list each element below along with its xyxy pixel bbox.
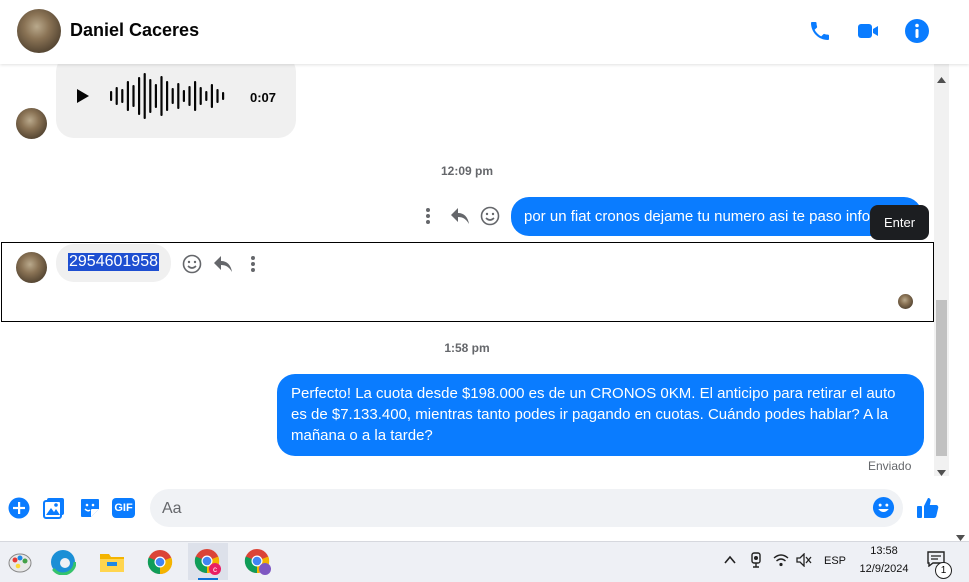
voice-message-bubble[interactable]: 0:07 [56, 64, 296, 138]
enter-tooltip: Enter [870, 205, 929, 240]
sticker-icon[interactable] [79, 497, 101, 524]
reply-icon[interactable] [448, 204, 472, 228]
message-input-placeholder: Aa [162, 500, 182, 517]
emoji-icon[interactable] [872, 496, 895, 524]
edge-browser-icon[interactable] [43, 543, 83, 580]
chrome-profile-c-icon[interactable]: c [188, 543, 228, 580]
add-plus-icon[interactable] [8, 497, 30, 524]
outgoing-message[interactable]: por un fiat cronos dejame tu numero asi … [511, 197, 922, 236]
contact-avatar[interactable] [17, 9, 61, 53]
waveform-icon [108, 71, 228, 126]
gallery-icon[interactable] [43, 497, 65, 524]
incoming-message-bubble[interactable]: 2954601958 [56, 244, 171, 282]
outgoing-message[interactable]: Perfecto! La cuota desde $198.000 es de … [277, 374, 924, 456]
taskbar-clock-time[interactable]: 13:58 [854, 545, 914, 557]
taskbar-clock-date[interactable]: 12/9/2024 [854, 563, 914, 575]
chat-header: Daniel Caceres [0, 0, 969, 64]
gif-button[interactable]: GIF [112, 498, 135, 518]
read-receipt-avatar [898, 294, 913, 309]
info-icon[interactable] [903, 17, 931, 45]
phone-icon[interactable] [806, 17, 834, 45]
contact-name[interactable]: Daniel Caceres [70, 20, 199, 41]
meet-now-icon[interactable] [749, 552, 763, 573]
active-app-indicator [198, 578, 218, 580]
sender-avatar[interactable] [16, 108, 47, 139]
svg-text:c: c [213, 565, 217, 574]
timestamp: 12:09 pm [440, 164, 494, 178]
voice-duration: 0:07 [250, 90, 277, 105]
file-explorer-icon[interactable] [92, 543, 132, 580]
language-indicator[interactable]: ESP [824, 555, 846, 567]
volume-muted-icon[interactable] [796, 552, 812, 572]
scrollbar-thumb[interactable] [936, 300, 947, 456]
scroll-up-arrow-icon[interactable] [937, 70, 946, 88]
sender-avatar[interactable] [16, 252, 47, 283]
message-list[interactable]: 0:07 12:09 pm por un fiat cronos dejame … [0, 64, 934, 476]
timestamp: 1:58 pm [444, 341, 490, 355]
reply-icon[interactable] [211, 252, 235, 276]
wifi-icon[interactable] [773, 553, 789, 572]
notification-count-badge: 1 [935, 562, 952, 579]
delivery-status: Enviado [868, 459, 912, 473]
incoming-message-text[interactable]: 2954601958 [68, 253, 159, 271]
like-thumbs-up-icon[interactable] [915, 495, 941, 526]
chrome-profile-icon[interactable] [238, 543, 278, 580]
more-options-icon[interactable] [241, 252, 265, 276]
chevron-up-icon[interactable] [723, 553, 737, 572]
message-input[interactable]: Aa [150, 489, 903, 527]
more-options-icon[interactable] [416, 204, 440, 228]
chrome-icon[interactable] [140, 543, 180, 580]
paint-app-icon[interactable] [0, 543, 40, 580]
react-smiley-icon[interactable] [180, 252, 204, 276]
react-smiley-icon[interactable] [478, 204, 502, 228]
video-icon[interactable] [854, 17, 882, 45]
play-icon[interactable] [76, 89, 90, 108]
